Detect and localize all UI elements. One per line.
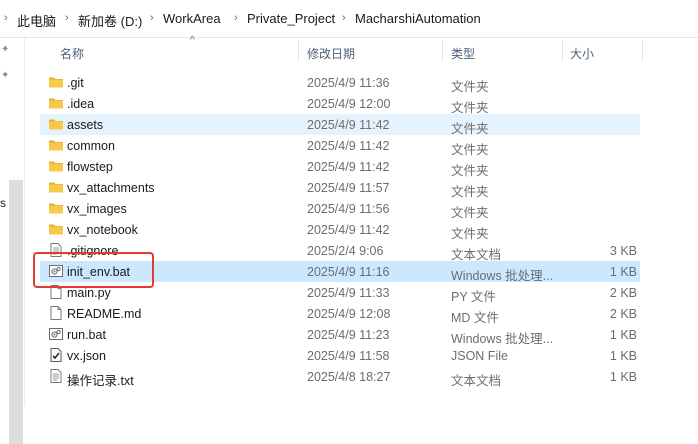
file-name: .git [67,76,84,90]
file-modified-date: 2025/4/9 11:23 [307,328,390,342]
pane-divider[interactable] [24,38,25,406]
folder-icon [48,137,64,153]
navigation-scrollbar[interactable] [9,180,23,444]
file-type: 文本文档 [451,374,502,388]
folder-icon [48,74,64,90]
file-modified-date: 2025/4/8 18:27 [307,370,391,384]
folder-icon [48,179,64,195]
file-modified-date: 2025/4/9 11:33 [307,286,390,300]
file-modified-date: 2025/4/9 12:00 [307,97,391,111]
file-modified-date: 2025/2/4 9:06 [307,244,384,258]
file-size: 1 KB [609,265,637,279]
file-row[interactable]: run.bat 2025/4/9 11:23 Windows 批处理... 1 KB [40,324,640,346]
text-file-icon [48,368,64,384]
breadcrumb-item-current-folder[interactable]: MacharshiAutomation [355,11,481,26]
file-modified-date: 2025/4/9 11:42 [307,139,390,153]
file-row[interactable]: README.md 2025/4/9 12:08 MD 文件 2 KB [40,303,640,325]
column-header-size[interactable]: 大小 [570,45,594,62]
file-row[interactable]: vx.json 2025/4/9 11:58 JSON File 1 KB [40,345,640,366]
file-name: .idea [67,97,95,111]
file-modified-date: 2025/4/9 11:42 [307,118,390,132]
pin-icon: ✦ [1,44,10,55]
chevron-right-icon[interactable]: › [342,12,346,24]
chevron-right-icon[interactable]: › [65,12,69,24]
file-name: main.py [67,286,111,300]
file-modified-date: 2025/4/9 11:42 [307,160,390,174]
folder-icon [48,95,64,111]
file-name: assets [67,118,104,132]
file-name: common [67,139,115,153]
column-header-row: ^ 名称 修改日期 类型 大小 [25,35,698,65]
column-header-date[interactable]: 修改日期 [307,45,355,62]
file-size: 2 KB [609,286,637,300]
column-separator[interactable] [298,40,299,62]
column-header-type[interactable]: 类型 [451,45,475,62]
pin-icon: ✦ [1,70,10,81]
file-modified-date: 2025/4/9 12:08 [307,307,391,321]
file-modified-date: 2025/4/9 11:57 [307,181,390,195]
file-name: vx.json [67,349,106,363]
file-size: 1 KB [609,328,637,342]
folder-icon [48,221,64,237]
file-name: flowstep [67,160,113,174]
file-modified-date: 2025/4/9 11:56 [307,202,390,216]
breadcrumb-item-this-pc[interactable]: 此电脑 [17,11,56,30]
breadcrumb-item-drive[interactable]: 新加卷 (D:) [78,11,142,30]
breadcrumb-item-private-project[interactable]: Private_Project [247,11,335,26]
file-row[interactable]: flowstep 2025/4/9 11:42 文件夹 [40,156,640,178]
folder-icon [48,116,64,132]
sort-ascending-icon: ^ [190,35,195,46]
file-name: run.bat [67,328,106,342]
file-row[interactable]: .git 2025/4/9 11:36 文件夹 [40,72,640,94]
highlight-annotation [33,252,154,288]
file-modified-date: 2025/4/9 11:42 [307,223,390,237]
nav-item-truncated[interactable]: s [0,196,6,210]
file-modified-date: 2025/4/9 11:58 [307,349,390,363]
chevron-right-icon[interactable]: › [234,12,238,24]
address-bar[interactable]: › 此电脑 › 新加卷 (D:) › WorkArea › Private_Pr… [0,0,698,38]
file-row[interactable]: 操作记录.txt 2025/4/8 18:27 文本文档 1 KB [40,366,640,388]
folder-icon [48,158,64,174]
column-separator[interactable] [642,40,643,62]
file-row[interactable]: vx_notebook 2025/4/9 11:42 文件夹 [40,219,640,241]
batch-file-icon [48,326,64,342]
folder-icon [48,200,64,216]
file-size: 2 KB [609,307,637,321]
file-modified-date: 2025/4/9 11:16 [307,265,390,279]
file-size: 1 KB [609,349,637,363]
file-name: vx_attachments [67,181,155,195]
file-name: 操作记录.txt [67,374,134,388]
chevron-right-icon[interactable]: › [150,12,154,24]
file-size: 3 KB [609,244,637,258]
file-row[interactable]: .idea 2025/4/9 12:00 文件夹 [40,93,640,115]
column-separator[interactable] [442,40,443,62]
file-name: vx_notebook [67,223,138,237]
file-row[interactable]: vx_images 2025/4/9 11:56 文件夹 [40,198,640,220]
breadcrumb-item-workarea[interactable]: WorkArea [163,11,221,26]
column-header-name[interactable]: 名称 [60,45,84,62]
file-row[interactable]: assets 2025/4/9 11:42 文件夹 [40,114,640,136]
file-type: JSON File [451,349,508,363]
file-row[interactable]: vx_attachments 2025/4/9 11:57 文件夹 [40,177,640,199]
column-separator[interactable] [562,40,563,62]
json-file-icon [48,347,64,363]
file-name: vx_images [67,202,127,216]
file-icon [48,305,64,321]
chevron-right-icon[interactable]: › [4,12,8,24]
file-row[interactable]: common 2025/4/9 11:42 文件夹 [40,135,640,157]
file-size: 1 KB [609,370,637,384]
navigation-pane: ✦ ✦ [0,38,24,444]
file-modified-date: 2025/4/9 11:36 [307,76,390,90]
file-name: README.md [67,307,142,321]
